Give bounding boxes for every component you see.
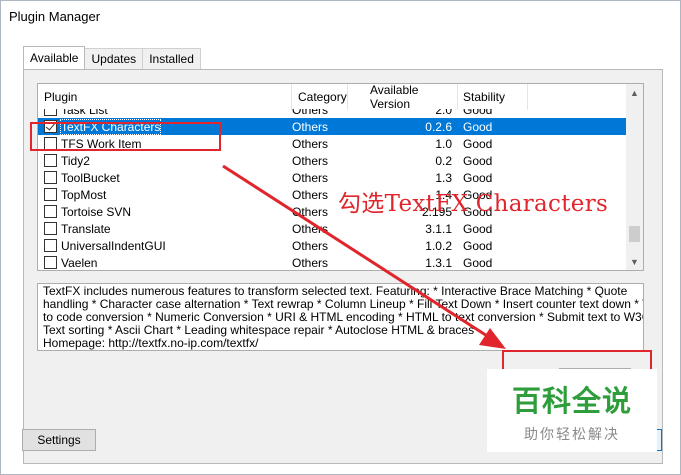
watermark-main-text: 百科全说	[511, 383, 632, 418]
tab-available[interactable]: Available	[23, 46, 86, 69]
annotation-text: 勾选TextFX Characters	[338, 191, 609, 217]
watermark-sub-text: 助你轻松解决	[524, 426, 620, 443]
watermark-logo: 百科全说 助你轻松解决	[487, 369, 657, 452]
plugin-manager-window: Plugin Manager Available Updates Install…	[0, 0, 681, 475]
